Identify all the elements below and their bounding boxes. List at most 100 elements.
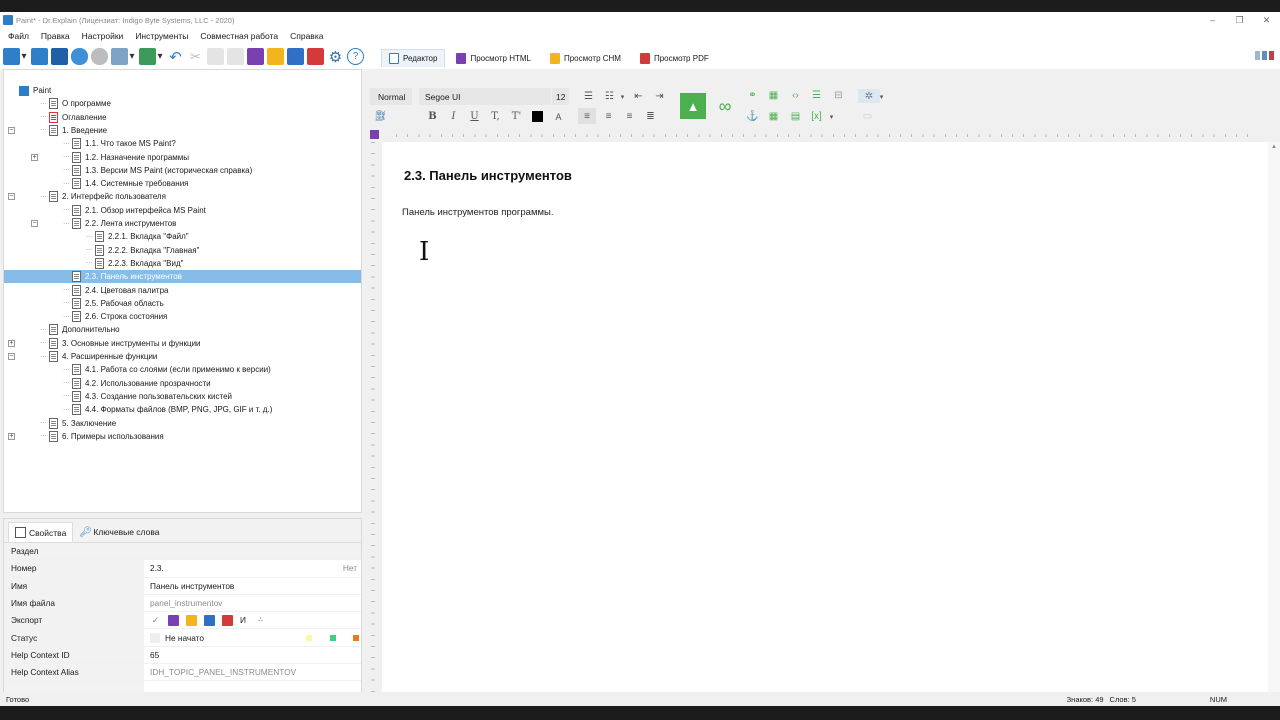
tree-item[interactable]: ⋯ 2.5. Рабочая область bbox=[63, 297, 164, 310]
tab-editor[interactable]: Редактор bbox=[381, 48, 446, 67]
tree-item[interactable]: ⋯ 5. Заключение bbox=[40, 417, 116, 430]
tab-keywords[interactable]: 🔑︎ Ключевые слова bbox=[73, 522, 165, 542]
document-heading[interactable]: 2.3. Панель инструментов bbox=[404, 168, 572, 183]
font-select[interactable]: Segoe UI bbox=[419, 88, 551, 105]
copy-icon[interactable] bbox=[207, 48, 224, 65]
tree-item[interactable]: ⋯ 2.4. Цветовая палитра bbox=[63, 284, 169, 297]
tree-item[interactable]: ⋯ 1.2. Назначение программы bbox=[63, 151, 189, 164]
tree-item[interactable]: ⋯ 1.4. Системные требования bbox=[63, 177, 189, 190]
subscript-icon[interactable]: T, bbox=[489, 110, 502, 123]
export-pdf-icon[interactable] bbox=[222, 614, 233, 626]
export-pdf-icon[interactable] bbox=[307, 48, 324, 65]
chevron-down-icon[interactable]: ▾ bbox=[20, 48, 28, 65]
chevron-down-icon[interactable]: ▾ bbox=[156, 48, 164, 65]
tree-item[interactable]: ⋯ 2.1. Обзор интерфейса MS Paint bbox=[63, 204, 206, 217]
style-select[interactable]: Normal bbox=[370, 88, 412, 105]
tree-item[interactable]: ⋯ 1.3. Версии MS Paint (историческая спра… bbox=[63, 164, 252, 177]
export-chm-icon[interactable] bbox=[186, 614, 197, 626]
export-html-icon[interactable] bbox=[247, 48, 264, 65]
export-web-icon[interactable]: ⛬ bbox=[255, 615, 266, 626]
tree-item[interactable]: ⋯ 2. Интерфейс пользователя bbox=[40, 190, 166, 203]
collapse-icon[interactable]: − bbox=[8, 353, 15, 360]
decrease-indent-icon[interactable]: ⇤ bbox=[632, 90, 645, 103]
tree-item[interactable]: ⋯ 2.6. Строка состояния bbox=[63, 310, 167, 323]
insert-line-icon[interactable]: ⊟ bbox=[832, 89, 845, 102]
menu-help[interactable]: Справка bbox=[285, 31, 328, 41]
editor-page[interactable]: 2.3. Панель инструментов Панель инструме… bbox=[382, 142, 1268, 704]
collapse-icon[interactable]: − bbox=[31, 220, 38, 227]
undo-icon[interactable]: ↶ bbox=[167, 48, 184, 66]
tree-item[interactable]: ⋯ 1. Введение bbox=[40, 124, 107, 137]
panel-layout-icon[interactable] bbox=[1253, 51, 1274, 60]
expand-icon[interactable]: + bbox=[8, 432, 15, 440]
tab-properties[interactable]: Свойства bbox=[8, 522, 74, 542]
export-word-icon[interactable] bbox=[287, 48, 304, 65]
tree-item[interactable]: ⋯ 2.3. Панель инструментов bbox=[4, 270, 361, 284]
tab-html-preview[interactable]: Просмотр HTML bbox=[448, 49, 539, 67]
insert-grid-icon[interactable]: ▦ bbox=[767, 110, 780, 123]
collapse-icon[interactable]: − bbox=[8, 193, 15, 201]
paste-icon[interactable] bbox=[227, 48, 244, 65]
prop-number-field[interactable]: 2.3. Нет bbox=[144, 560, 361, 576]
insert-link-icon[interactable]: ∞ bbox=[713, 95, 737, 117]
underline-icon[interactable]: U bbox=[468, 110, 481, 123]
status-orange-swatch[interactable] bbox=[353, 634, 359, 641]
insert-variable-icon[interactable]: [x] bbox=[810, 110, 823, 123]
editor-scrollbar[interactable]: ▲ bbox=[1268, 142, 1280, 704]
text-color-icon[interactable] bbox=[532, 111, 543, 122]
export-chm-icon[interactable] bbox=[267, 48, 284, 65]
status-green-swatch[interactable] bbox=[329, 634, 336, 641]
italic-icon[interactable]: I bbox=[447, 110, 460, 123]
minimize-icon[interactable]: – bbox=[1199, 15, 1226, 26]
insert-bookmark-icon[interactable]: ⚭ bbox=[746, 89, 759, 102]
tree-item[interactable]: ⋯ Дополнительно bbox=[40, 323, 120, 336]
cloud-icon[interactable] bbox=[91, 48, 108, 65]
restore-icon[interactable]: ❐ bbox=[1226, 15, 1253, 26]
add-topic-icon[interactable] bbox=[111, 48, 128, 65]
align-center-icon[interactable]: ≡ bbox=[602, 110, 615, 123]
cloud-upload-icon[interactable] bbox=[71, 48, 88, 65]
cut-icon[interactable]: ✂ bbox=[187, 48, 204, 65]
menu-tools[interactable]: Инструменты bbox=[130, 31, 193, 41]
insert-text-block-icon[interactable]: ☰ bbox=[810, 89, 823, 102]
document-paragraph[interactable]: Панель инструментов программы. bbox=[402, 207, 553, 218]
export-html-icon[interactable] bbox=[168, 614, 179, 626]
check-all-icon[interactable]: ✓ bbox=[150, 615, 161, 626]
menu-edit[interactable]: Правка bbox=[36, 31, 75, 41]
prop-hcid-value[interactable]: 65 bbox=[144, 647, 361, 663]
chevron-down-icon[interactable]: ▾ bbox=[825, 110, 838, 123]
chevron-down-icon[interactable]: ▾ bbox=[875, 90, 888, 103]
tree-item[interactable]: ⋯ 2.2.2. Вкладка "Главная" bbox=[86, 244, 199, 257]
new-project-icon[interactable] bbox=[3, 48, 20, 65]
bullet-list-icon[interactable]: ☰ bbox=[582, 90, 595, 103]
menu-settings[interactable]: Настройки bbox=[77, 31, 129, 41]
insert-html-icon[interactable]: ‹› bbox=[789, 89, 802, 102]
numbered-list-icon[interactable]: ☷ bbox=[603, 90, 616, 103]
expand-icon[interactable]: + bbox=[31, 153, 38, 161]
html-mode-icon[interactable] bbox=[370, 130, 379, 139]
increase-indent-icon[interactable]: ⇥ bbox=[653, 90, 666, 103]
add-child-icon[interactable] bbox=[139, 48, 156, 65]
prop-hca-value[interactable]: IDH_TOPIC_PANEL_INSTRUMENTOV bbox=[144, 664, 361, 680]
tab-pdf-preview[interactable]: Просмотр PDF bbox=[632, 49, 717, 67]
tree-item[interactable]: ⋯ 2.2. Лента инструментов bbox=[63, 217, 176, 230]
superscript-icon[interactable]: T' bbox=[510, 110, 523, 123]
expand-icon[interactable]: + bbox=[8, 339, 15, 347]
help-icon[interactable]: ? bbox=[347, 48, 364, 65]
tree-item[interactable]: ⋯ 4.1. Работа со слоями (если применимо к… bbox=[63, 363, 271, 376]
tree-item[interactable]: ⋯ 4.2. Использование прозрачности bbox=[63, 377, 211, 390]
tree-item[interactable]: Paint bbox=[17, 84, 51, 97]
gear-icon[interactable]: ⚙ bbox=[327, 48, 344, 66]
insert-template-icon[interactable]: ▤ bbox=[789, 110, 802, 123]
save-icon[interactable] bbox=[51, 48, 68, 65]
tab-chm-preview[interactable]: Просмотр CHM bbox=[542, 49, 629, 67]
export-word-icon[interactable] bbox=[204, 614, 215, 626]
align-left-icon[interactable]: ≡ bbox=[578, 108, 596, 124]
tree-item[interactable]: ⋯ 4.4. Форматы файлов (BMP, PNG, JPG, GIF… bbox=[63, 403, 272, 416]
comment-icon[interactable]: ▭ bbox=[861, 110, 874, 123]
tree-item[interactable]: ⋯ 2.2.3. Вкладка "Вид" bbox=[86, 257, 183, 270]
prop-name-value[interactable]: Панель инструментов bbox=[144, 578, 361, 594]
tree-item[interactable]: ⋯ Оглавление bbox=[40, 111, 107, 124]
tree-item[interactable]: ⋯ 6. Примеры использования bbox=[40, 430, 164, 443]
tree-item[interactable]: ⋯ 2.2.1. Вкладка "Файл" bbox=[86, 230, 189, 243]
